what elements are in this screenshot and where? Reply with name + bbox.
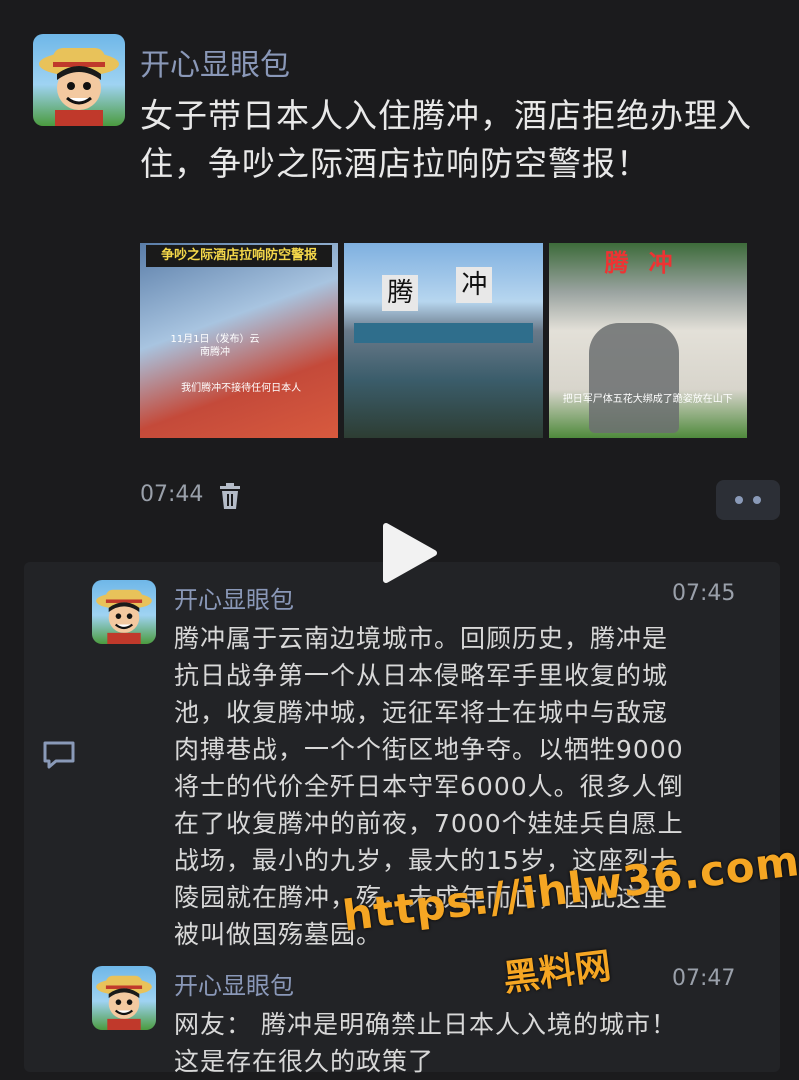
- comment-1-avatar[interactable]: [92, 580, 156, 644]
- comment-line: 网友： 腾冲是明确禁止日本人入境的城市！: [174, 1010, 677, 1039]
- comment-line: 池，收复腾冲城，远征军将士在城中与敌寇: [174, 698, 669, 727]
- thumbnail-3[interactable]: 腾冲 把日军尸体五花大绑成了跪姿放在山下: [548, 243, 747, 438]
- comment-2-text: 网友： 腾冲是明确禁止日本人入境的城市！ 这是存在很久的政策了: [174, 1006, 764, 1080]
- comment-line: 将士的代价全歼日本守军6000人。很多人倒: [174, 772, 684, 801]
- comment-line: 这是存在很久的政策了: [174, 1047, 435, 1076]
- comment-2-author[interactable]: 开心显眼包: [174, 966, 294, 1001]
- comment-line: 在了收复腾冲的前夜，7000个娃娃兵自愿上: [174, 809, 684, 838]
- thumbnail-1[interactable]: 争吵之际酒店拉响防空警报 11月1日（发布）云南腾冲 我们腾冲不接待任何日本人: [140, 243, 339, 438]
- comment-1-author[interactable]: 开心显眼包: [174, 580, 294, 615]
- avatar-image: [96, 975, 152, 1030]
- comment-2-time: 07:47: [672, 966, 736, 991]
- avatar[interactable]: [33, 34, 125, 126]
- thumbnail-1-caption-bottom: 我们腾冲不接待任何日本人: [181, 383, 302, 394]
- comment-2-avatar[interactable]: [92, 966, 156, 1030]
- post-author[interactable]: 开心显眼包: [140, 40, 290, 84]
- comment-line: 抗日战争第一个从日本侵略军手里收复的城: [174, 661, 669, 690]
- gate-sign-left: 腾: [382, 275, 419, 311]
- avatar-image: [96, 589, 152, 644]
- post-title: 女子带日本人入住腾冲，酒店拒绝办理入住，争吵之际酒店拉响防空警报！: [140, 96, 752, 183]
- thumbnail-3-caption-bottom: 把日军尸体五花大绑成了跪姿放在山下: [562, 394, 733, 405]
- comment-icon[interactable]: [42, 740, 76, 770]
- thumbnail-1-caption-mid: 11月1日（发布）云南腾冲: [170, 334, 260, 358]
- thumbnail-1-caption-top: 争吵之际酒店拉响防空警报: [146, 245, 333, 267]
- trash-icon[interactable]: [218, 482, 242, 510]
- comment-1-time: 07:45: [672, 581, 736, 606]
- statue: [588, 323, 679, 433]
- more-icon[interactable]: [716, 480, 780, 520]
- thumbnail-2[interactable]: 腾 冲: [344, 243, 543, 438]
- thumbnail-grid: 争吵之际酒店拉响防空警报 11月1日（发布）云南腾冲 我们腾冲不接待任何日本人 …: [140, 243, 747, 438]
- comment-line: 腾冲属于云南边境城市。回顾历史，腾冲是: [174, 624, 669, 653]
- thumbnail-3-sign: 腾冲: [604, 249, 693, 277]
- gate-roof: [354, 323, 533, 343]
- play-icon[interactable]: [380, 522, 440, 584]
- gate-sign-right: 冲: [456, 267, 493, 303]
- comment-line: 肉搏巷战，一个个街区地争夺。以牺牲9000: [174, 735, 684, 764]
- post-time: 07:44: [140, 482, 204, 507]
- avatar-image: [39, 48, 119, 126]
